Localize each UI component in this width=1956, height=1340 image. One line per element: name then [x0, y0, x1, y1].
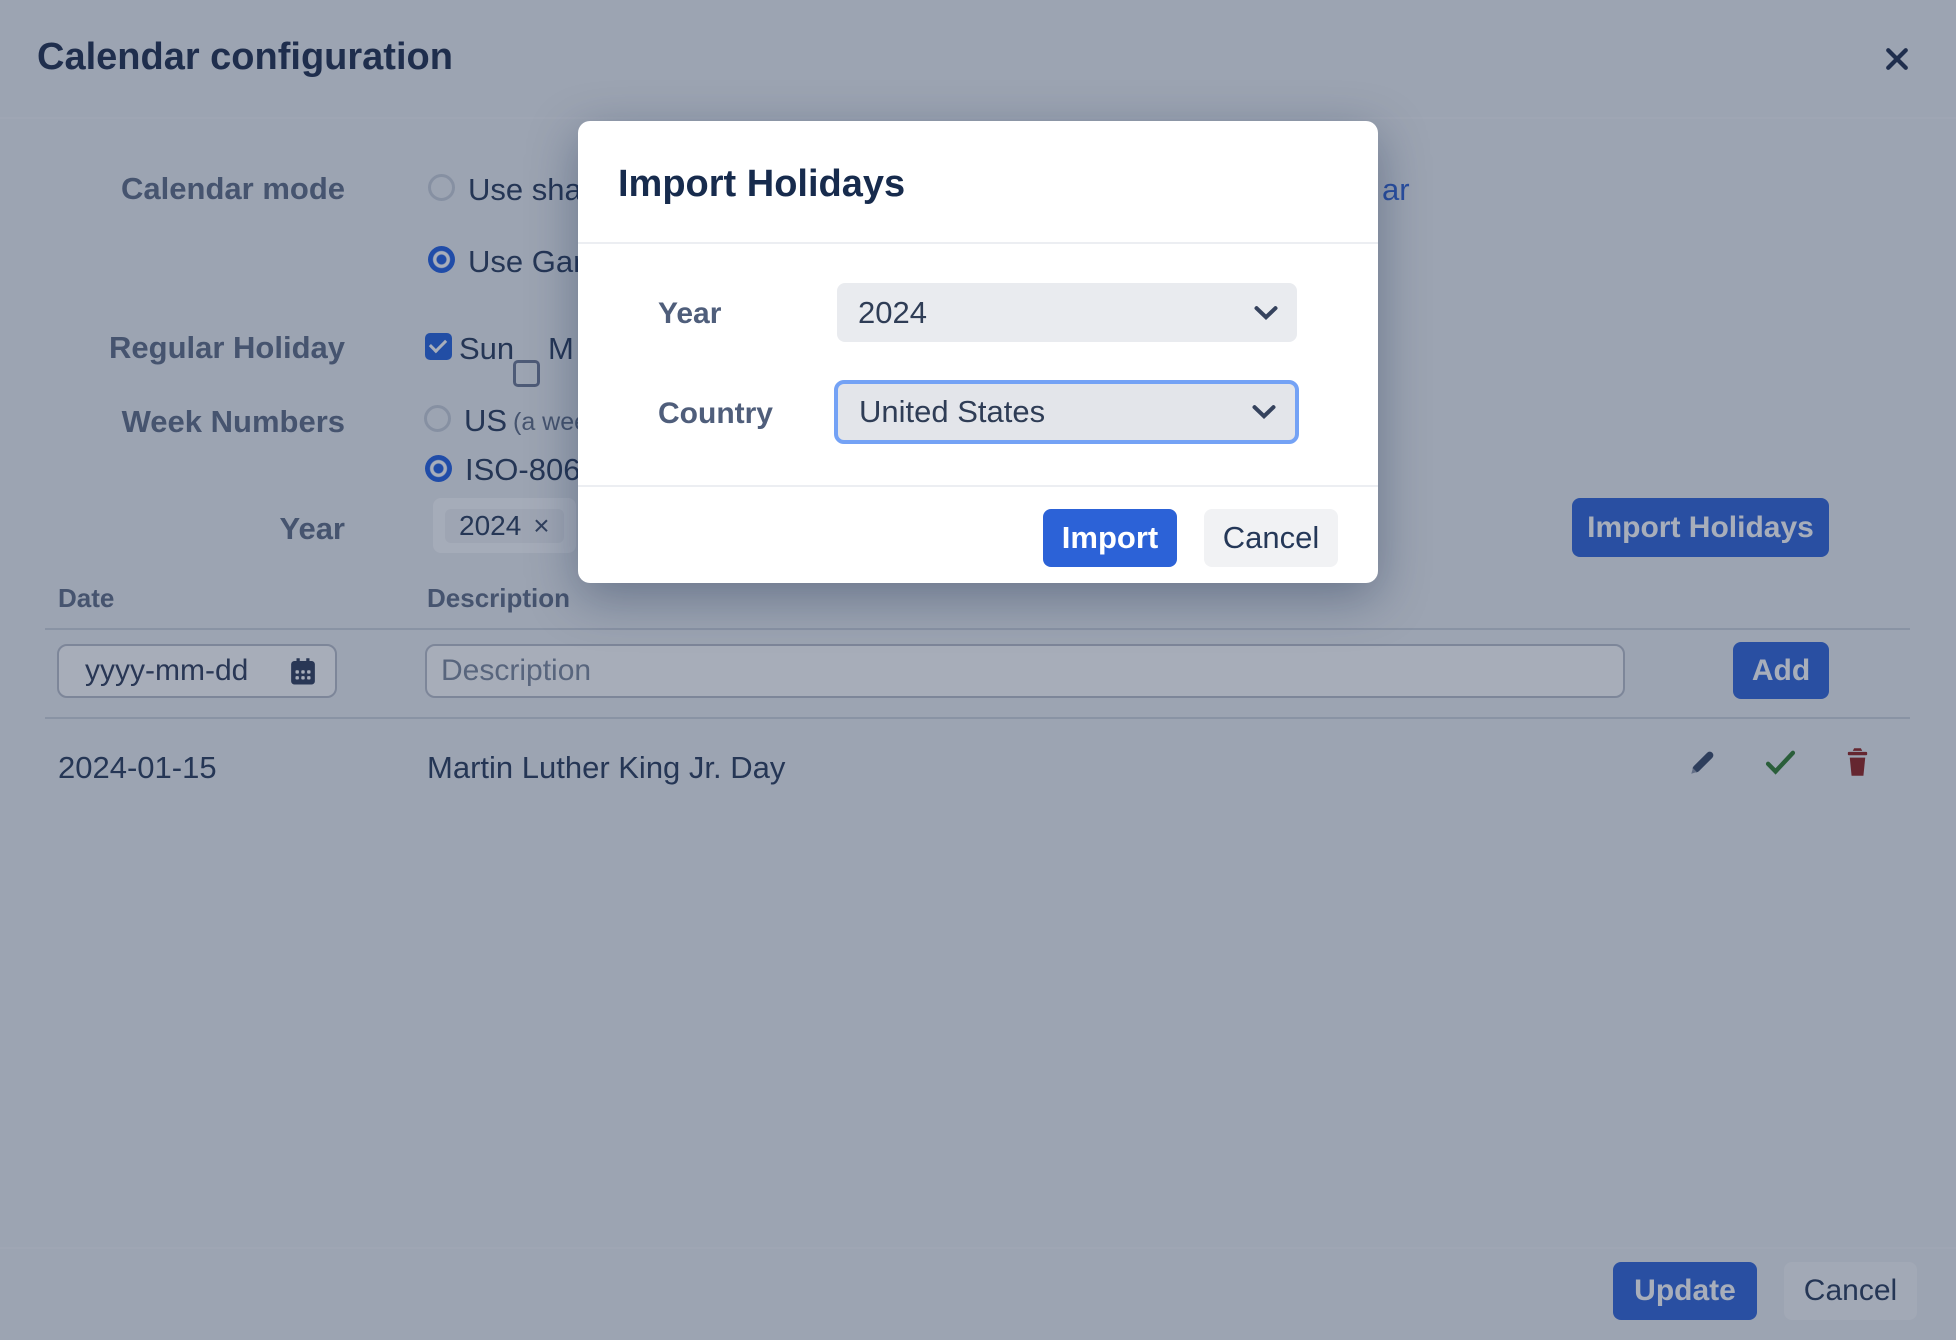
country-select-value: United States: [838, 394, 1045, 430]
modal-import-button[interactable]: Import: [1043, 509, 1177, 567]
modal-footer-divider: [578, 485, 1378, 487]
modal-header-divider: [578, 242, 1378, 244]
import-holidays-modal: Import Holidays Year 2024 Country United…: [578, 121, 1378, 583]
calendar-configuration-page: Calendar configuration Calendar mode Use…: [0, 0, 1956, 1340]
country-select[interactable]: United States: [834, 380, 1299, 444]
chevron-down-icon: [1251, 404, 1277, 420]
chevron-down-icon: [1253, 305, 1279, 321]
modal-country-label: Country: [658, 397, 773, 431]
year-select[interactable]: 2024: [837, 283, 1297, 342]
modal-cancel-button[interactable]: Cancel: [1204, 509, 1338, 567]
modal-title: Import Holidays: [618, 163, 905, 206]
modal-year-label: Year: [658, 297, 721, 331]
year-select-value: 2024: [837, 295, 927, 331]
